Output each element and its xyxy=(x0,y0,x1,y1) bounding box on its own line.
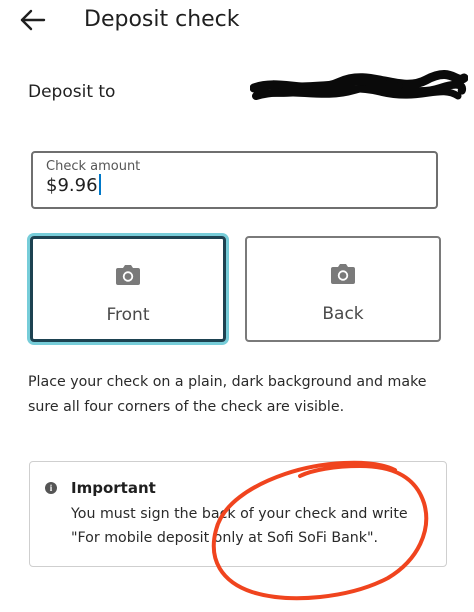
back-photo-button[interactable]: Back xyxy=(245,236,441,342)
front-photo-label: Front xyxy=(106,305,150,325)
front-photo-button[interactable]: Front xyxy=(30,236,226,342)
check-amount-text: $9.96 xyxy=(46,175,98,196)
important-title: Important xyxy=(71,479,156,497)
camera-icon xyxy=(331,264,355,284)
header: Deposit check xyxy=(0,0,474,42)
info-icon: i xyxy=(45,482,57,494)
page-title: Deposit check xyxy=(84,7,240,32)
text-caret xyxy=(98,174,101,195)
check-amount-label: Check amount xyxy=(46,159,141,174)
deposit-check-screen: Deposit check Deposit to Check amount $9… xyxy=(0,0,474,612)
deposit-to-label: Deposit to xyxy=(28,82,116,102)
camera-icon xyxy=(116,265,140,285)
important-notice: i Important You must sign the back of yo… xyxy=(29,461,447,567)
back-arrow-icon[interactable] xyxy=(18,6,48,34)
deposit-to-row[interactable]: Deposit to xyxy=(0,70,474,116)
photo-instructions: Place your check on a plain, dark backgr… xyxy=(28,374,427,415)
check-amount-value[interactable]: $9.96 xyxy=(46,174,101,198)
important-body: You must sign the back of your check and… xyxy=(71,506,408,546)
redacted-account-scribble xyxy=(250,70,468,100)
back-photo-label: Back xyxy=(322,304,364,324)
check-amount-input[interactable]: Check amount $9.96 xyxy=(31,151,438,209)
